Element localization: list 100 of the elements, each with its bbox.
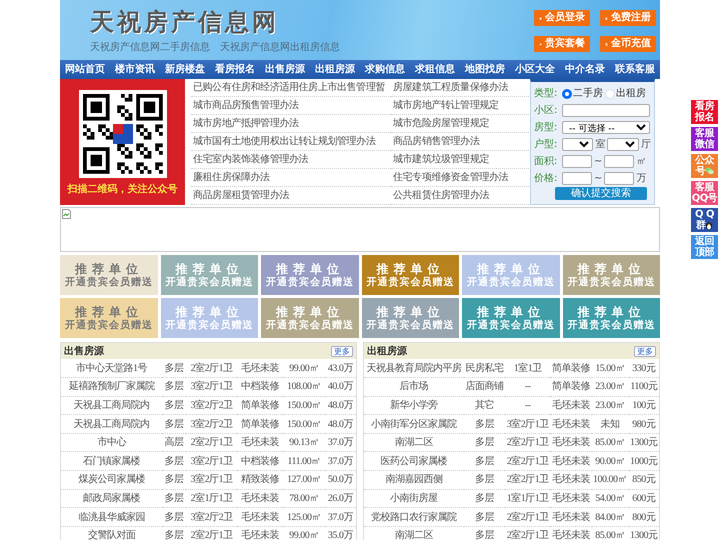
table-cell: 毛坯未装 xyxy=(550,470,592,490)
table-cell: 后市场 xyxy=(364,378,464,396)
nav-link[interactable]: 中介名录 xyxy=(565,62,605,77)
text-field[interactable] xyxy=(562,104,650,117)
promo-tile[interactable]: 推荐单位 开通贵宾会员赠送 xyxy=(562,298,660,338)
chat-bubble-icon xyxy=(704,167,714,176)
table-cell: 2室2厅1卫 xyxy=(186,526,238,540)
policy-link[interactable]: 廉租住房保障办法 xyxy=(191,169,391,187)
table-cell: 延禧路预制厂家属院 xyxy=(61,378,162,396)
table-cell: 2室2厅1卫 xyxy=(505,452,550,471)
table-cell: 简单装修 xyxy=(550,378,592,396)
promo-tile[interactable]: 推荐单位 开通贵宾会员赠送 xyxy=(362,255,459,295)
table-cell: 毛坯未装 xyxy=(237,359,284,378)
table-cell: 23.00㎡ xyxy=(592,378,629,396)
table-cell: 48.0万 xyxy=(324,414,356,434)
input-field[interactable] xyxy=(604,155,634,168)
side-button[interactable]: 返回 顶部 xyxy=(691,235,718,259)
table-cell: 37.0万 xyxy=(324,433,356,452)
nav-link[interactable]: 求租信息 xyxy=(415,62,455,77)
unit-label: 万 xyxy=(636,172,646,186)
table-cell: 煤炭公司家属楼 xyxy=(61,470,162,490)
promo-tile[interactable]: 推荐单位 开通贵宾会员赠送 xyxy=(60,255,158,295)
table-cell: 市中心 xyxy=(61,433,162,452)
table-cell: 1室1卫 xyxy=(505,359,550,378)
table-cell: 3室2厅1卫 xyxy=(186,470,238,490)
table-cell: 3室2厅2卫 xyxy=(186,508,238,526)
table-cell: 多层 xyxy=(162,526,186,540)
table-cell: 78.00㎡ xyxy=(283,489,325,508)
radio-button[interactable] xyxy=(562,88,572,98)
policy-link[interactable]: 城市商品房预售管理办法 xyxy=(191,97,391,115)
table-cell: 100元 xyxy=(628,396,659,415)
table-cell: 多层 xyxy=(464,489,506,508)
table-cell: 3室2厅2卫 xyxy=(186,414,238,434)
input-field[interactable] xyxy=(604,172,634,185)
table-cell: 石门镇家属楼 xyxy=(61,452,162,471)
table-cell: 小南街房屋 xyxy=(364,489,464,508)
policy-link[interactable]: 住宅室内装饰装修管理办法 xyxy=(191,151,391,169)
table-cell: 临洮县华威家园 xyxy=(61,508,162,526)
radio-label: 二手房 xyxy=(573,86,603,101)
table-cell: -- xyxy=(505,378,550,396)
site-title: 天祝房产信息网 xyxy=(90,8,280,36)
nav-link[interactable]: 地图找房 xyxy=(465,62,505,77)
table-cell: 330元 xyxy=(628,359,659,378)
header-button[interactable]: 免费注册 xyxy=(600,10,656,26)
table-cell: 600元 xyxy=(628,489,659,508)
field-label: 户型: xyxy=(534,138,558,152)
nav-link[interactable]: 网站首页 xyxy=(65,62,105,77)
side-button[interactable]: 客服 微信 xyxy=(691,127,718,151)
policy-link[interactable]: 城市国有土地使用权出让转让规划管理办法 xyxy=(191,133,391,151)
select-field[interactable] xyxy=(607,138,640,151)
side-button[interactable]: Q Q 群 xyxy=(691,208,718,232)
nav-link[interactable]: 求购信息 xyxy=(365,62,405,77)
nav-link[interactable]: 小区大全 xyxy=(515,62,555,77)
more-link[interactable]: 更多 xyxy=(331,346,353,356)
policy-link[interactable]: 城市房地产抵押管理办法 xyxy=(191,115,391,133)
nav-link[interactable]: 看房报名 xyxy=(215,62,255,77)
nav-link[interactable]: 联系客服 xyxy=(615,62,655,77)
policy-link[interactable]: 商品房屋租赁管理办法 xyxy=(191,187,391,205)
header-button[interactable]: 会员登录 xyxy=(534,10,590,26)
header-button[interactable]: 金币充值 xyxy=(600,36,656,52)
field-label: 价格: xyxy=(534,172,558,186)
promo-tile[interactable]: 推荐单位 开通贵宾会员赠送 xyxy=(60,298,158,338)
nav-link[interactable]: 新房楼盘 xyxy=(165,62,205,77)
table-cell: 1300元 xyxy=(628,526,659,540)
table-cell: 医药公司家属楼 xyxy=(364,452,464,471)
unit-label: ㎡ xyxy=(636,155,646,169)
select-field[interactable]: -- 可选择 -- xyxy=(562,121,650,134)
header-link[interactable]: 天祝房产信息网二手房信息 xyxy=(90,42,210,53)
table-cell: 交警队对面 xyxy=(61,526,162,540)
table-cell: 天祝县工商局院内 xyxy=(61,396,162,415)
nav-link[interactable]: 出售房源 xyxy=(265,62,305,77)
submit-button[interactable]: 确认提交搜索 xyxy=(555,187,647,200)
broken-image-icon xyxy=(62,209,71,219)
table-cell: 多层 xyxy=(464,470,506,490)
table-cell: 毛坯未装 xyxy=(550,433,592,452)
table-cell: 店面商铺 xyxy=(464,378,506,396)
side-button[interactable]: 看房 报名 xyxy=(691,100,718,124)
table-cell: 多层 xyxy=(162,359,186,378)
more-link[interactable]: 更多 xyxy=(634,346,656,356)
nav-link[interactable]: 出租房源 xyxy=(315,62,355,77)
table-cell: 多层 xyxy=(162,508,186,526)
table-cell: 3室2厅1卫 xyxy=(186,378,238,396)
table-cell: 多层 xyxy=(162,414,186,434)
header-button[interactable]: 贵宾套餐 xyxy=(534,36,590,52)
nav-link[interactable]: 楼市资讯 xyxy=(115,62,155,77)
policy-link[interactable]: 已购公有住房和经济适用住房上市出售管理暂 xyxy=(191,79,391,97)
table-cell: 1室1厅1卫 xyxy=(505,489,550,508)
unit-label: 厅 xyxy=(641,138,652,152)
table-cell: 1000元 xyxy=(628,452,659,471)
input-field[interactable] xyxy=(562,155,592,168)
table-cell: 26.0万 xyxy=(324,489,356,508)
table-cell: 毛坯未装 xyxy=(237,526,284,540)
select-field[interactable] xyxy=(562,138,594,151)
table-cell: 2室2厅1卫 xyxy=(505,433,550,452)
table-cell: 中档装修 xyxy=(237,378,284,396)
table-cell: 邮政局家属楼 xyxy=(61,489,162,508)
input-field[interactable] xyxy=(562,172,592,185)
side-button[interactable]: 客服 QQ号 xyxy=(691,181,718,205)
promo-tile[interactable]: 推荐单位 开通贵宾会员赠送 xyxy=(462,298,560,338)
table-cell: 35.0万 xyxy=(324,526,356,540)
